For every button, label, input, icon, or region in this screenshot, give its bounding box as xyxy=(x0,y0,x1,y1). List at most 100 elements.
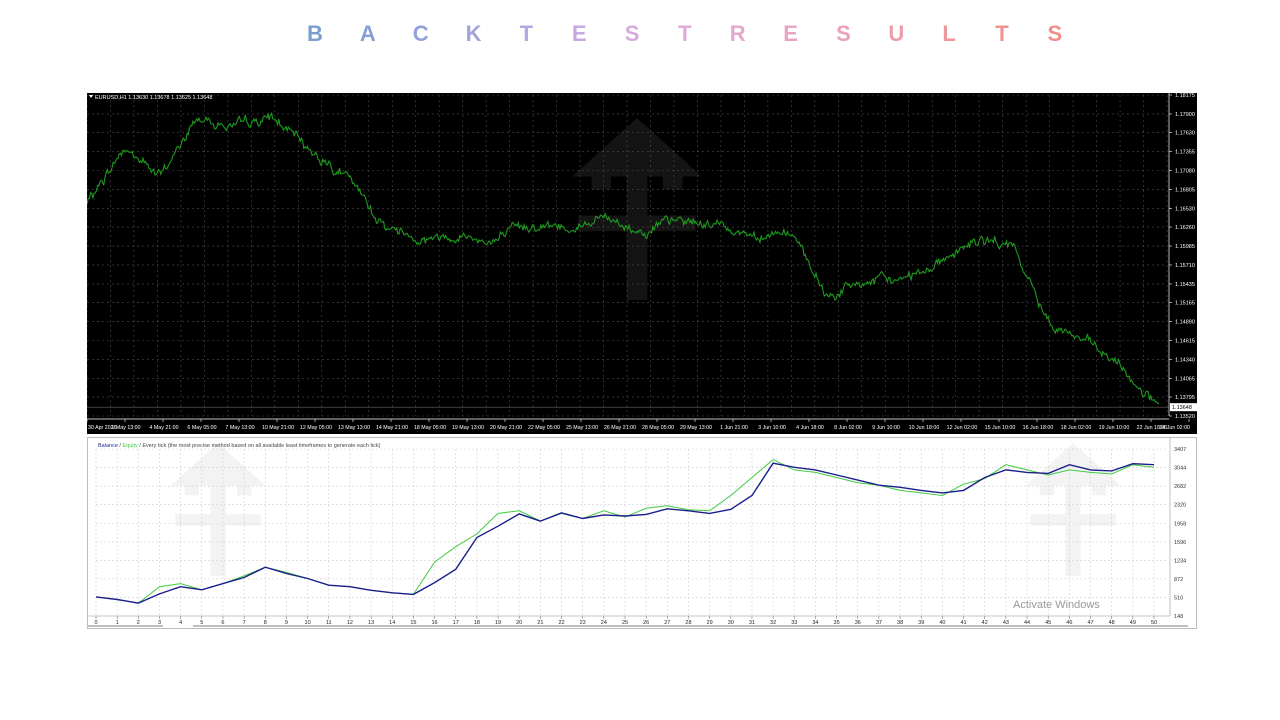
x-tick-label: 7 May 13:00 xyxy=(225,425,254,431)
x-tick-label: 15 Jun 10:00 xyxy=(985,425,1016,431)
x-tick-label: 42 xyxy=(982,620,988,626)
y-tick-label: 1.17900 xyxy=(1175,112,1195,118)
x-tick-label: 30 xyxy=(728,620,734,626)
x-tick-label: 20 May 21:00 xyxy=(490,425,522,431)
x-tick-label: 12 May 05:00 xyxy=(300,425,332,431)
x-tick-label: 13 May 13:00 xyxy=(338,425,370,431)
x-tick-label: 10 Jun 18:00 xyxy=(909,425,940,431)
title-letter: K xyxy=(465,21,482,46)
y-tick-label: 1234 xyxy=(1174,558,1186,564)
title-letter: U xyxy=(888,21,905,46)
legend-equity: Equity xyxy=(122,443,138,449)
x-tick-label: 0 xyxy=(94,620,97,626)
title-letter: E xyxy=(783,21,798,46)
x-tick-label: 26 May 21:00 xyxy=(604,425,636,431)
x-tick-label: 24 Jun 02:00 xyxy=(1159,425,1190,431)
x-tick-label: 36 xyxy=(855,620,861,626)
x-tick-label: 28 May 05:00 xyxy=(642,425,674,431)
y-tick-label: 1.14340 xyxy=(1175,357,1195,363)
x-tick-label: 38 xyxy=(897,620,903,626)
logo-shape xyxy=(572,118,702,300)
x-tick-label: 7 xyxy=(243,620,246,626)
x-tick-label: 18 Jun 02:00 xyxy=(1061,425,1092,431)
y-tick-label: 2320 xyxy=(1174,503,1186,509)
x-tick-label: 16 xyxy=(431,620,437,626)
title-letter: S xyxy=(836,21,851,46)
x-tick-label: 27 xyxy=(664,620,670,626)
x-tick-label: 22 xyxy=(558,620,564,626)
title-letter: T xyxy=(678,21,692,46)
y-tick-label: 1596 xyxy=(1174,540,1186,546)
y-tick-label: 1.16530 xyxy=(1175,206,1195,212)
x-tick-label: 40 xyxy=(939,620,945,626)
x-tick-label: 14 xyxy=(389,620,395,626)
x-tick-label: 8 Jun 02:00 xyxy=(834,425,862,431)
y-tick-label: 1.17080 xyxy=(1175,169,1195,175)
x-tick-label: 29 May 13:00 xyxy=(680,425,712,431)
y-tick-label: 1.14890 xyxy=(1175,320,1195,326)
x-tick-label: 12 Jun 02:00 xyxy=(947,425,978,431)
y-tick-label: 1.15710 xyxy=(1175,263,1195,269)
x-tick-label: 45 xyxy=(1045,620,1051,626)
x-tick-label: 14 May 21:00 xyxy=(376,425,408,431)
x-tick-label: 49 xyxy=(1130,620,1136,626)
x-tick-label: 5 xyxy=(200,620,203,626)
title-letter: L xyxy=(942,21,956,46)
x-tick-label: 23 xyxy=(580,620,586,626)
title-letter: S xyxy=(624,21,640,46)
y-tick-label: 1.15435 xyxy=(1175,282,1195,288)
y-tick-label: 3044 xyxy=(1174,466,1186,472)
y-tick-label: 1.18175 xyxy=(1175,93,1195,99)
legend-balance: Balance xyxy=(98,443,118,449)
x-tick-label: 33 xyxy=(791,620,797,626)
title-letter: C xyxy=(412,21,429,46)
title-letter: T xyxy=(995,21,1009,46)
x-tick-label: 43 xyxy=(1003,620,1009,626)
y-tick-label: 148 xyxy=(1174,614,1183,620)
y-tick-label: 1.14065 xyxy=(1175,376,1195,382)
y-tick-label: 1.16805 xyxy=(1175,187,1195,193)
x-tick-label: 1 May 13:00 xyxy=(111,425,140,431)
x-tick-label: 19 Jun 10:00 xyxy=(1099,425,1130,431)
x-tick-label: 39 xyxy=(918,620,924,626)
title-letter: B xyxy=(307,21,323,46)
x-tick-label: 50 xyxy=(1151,620,1157,626)
brand-logo-watermark xyxy=(170,443,1121,576)
y-tick-label: 1.17355 xyxy=(1175,150,1195,156)
x-tick-label: 37 xyxy=(876,620,882,626)
x-tick-label: 13 xyxy=(368,620,374,626)
y-tick-label: 1958 xyxy=(1174,521,1186,527)
x-tick-label: 29 xyxy=(707,620,713,626)
x-tick-label: 47 xyxy=(1087,620,1093,626)
x-tick-label: 15 xyxy=(410,620,416,626)
logo-bar xyxy=(1030,514,1116,526)
price-chart-panel: 1.18175 1.17900 1.17630 1.17355 1.17080 1.168… xyxy=(86,93,1197,434)
current-price-label: 1.13648 xyxy=(1172,405,1192,411)
x-tick-label: 48 xyxy=(1109,620,1115,626)
y-tick-label: 1.13795 xyxy=(1175,395,1195,401)
x-tick-label: 1 xyxy=(116,620,119,626)
title-letter: E xyxy=(571,21,587,46)
x-tick-label: 46 xyxy=(1066,620,1072,626)
x-tick-label: 25 xyxy=(622,620,628,626)
x-tick-label: 6 May 05:00 xyxy=(187,425,216,431)
logo-shape xyxy=(1025,443,1121,576)
title-letter: R xyxy=(729,21,746,46)
page-title: BACKTESTRESULTS xyxy=(305,18,1065,50)
x-tick-label: 34 xyxy=(812,620,818,626)
title-letter: S xyxy=(1047,21,1063,46)
x-tick-label: 3 Jun 10:00 xyxy=(758,425,786,431)
x-tick-label: 19 xyxy=(495,620,501,626)
price-chart: 1.18175 1.17900 1.17630 1.17355 1.17080 1.168… xyxy=(86,93,1197,431)
x-tick-label: 44 xyxy=(1024,620,1030,626)
title-letter: T xyxy=(519,21,534,46)
price-x-axis: 30 Apr 20261 May 13:00 4 May 21:00 6 May 0… xyxy=(86,418,1190,431)
x-tick-label: 3 xyxy=(158,620,161,626)
x-tick-label: 19 May 13:00 xyxy=(452,425,484,431)
activate-windows-watermark: Activate Windows xyxy=(1013,599,1100,611)
x-tick-label: 31 xyxy=(749,620,755,626)
symbol-dropdown-icon[interactable] xyxy=(89,95,93,98)
y-tick-label: 3407 xyxy=(1174,447,1186,453)
title-letter: A xyxy=(359,21,376,46)
y-tick-label: 510 xyxy=(1174,595,1183,601)
